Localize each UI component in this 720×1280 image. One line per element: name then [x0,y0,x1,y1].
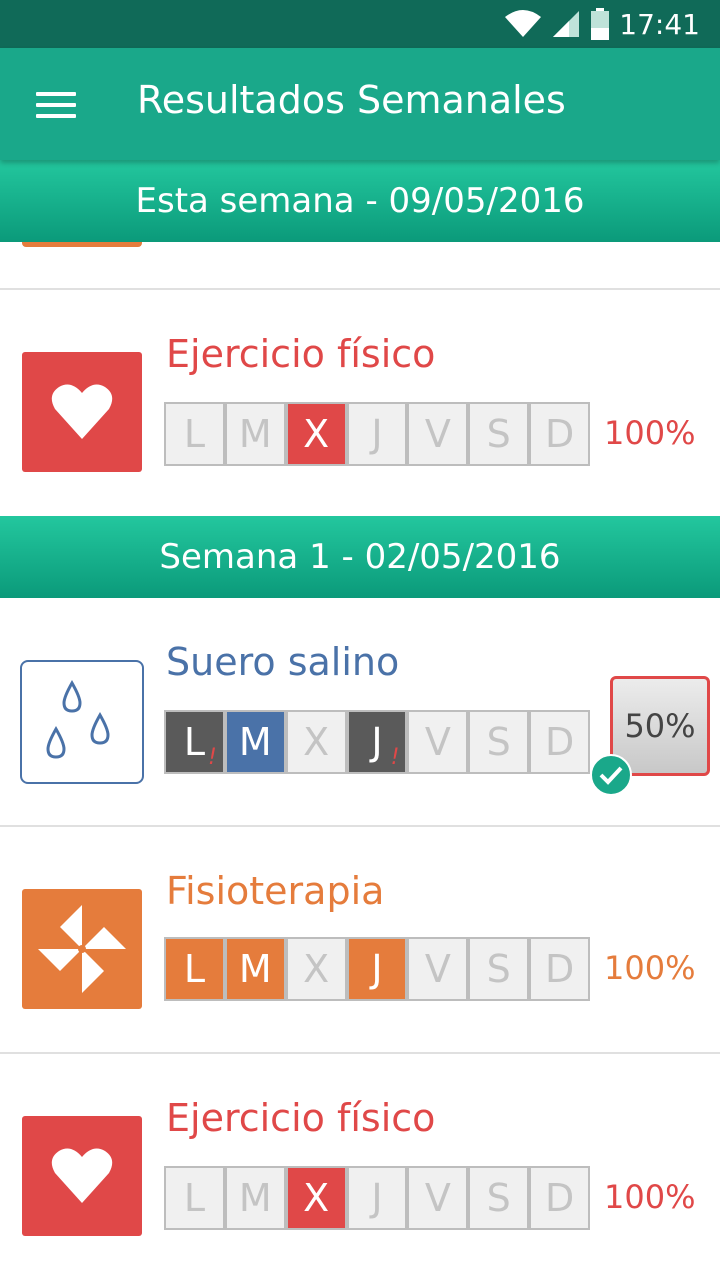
day-cell: S [470,939,528,999]
day-cell: V [409,1168,467,1228]
app-bar: Resultados Semanales [0,48,720,160]
day-cell: V [409,712,467,772]
list-item[interactable]: Suero salino L! M X J! V S D 50% [0,598,720,824]
heart-icon [22,352,142,472]
day-cell: M [226,404,284,464]
completion-percent: 100% [604,949,696,987]
list-item[interactable]: Fisioterapia L M X J V S D 100% [0,827,720,1053]
day-cell: S [470,712,528,772]
item-name: Fisioterapia [166,869,385,913]
status-bar: 17:41 [0,0,720,48]
list-item[interactable]: Ejercicio físico L M X J V S D 100% [0,1054,720,1280]
page-title: Resultados Semanales [137,78,566,122]
day-cell: S [470,1168,528,1228]
weekday-tracker: L M X J V S D [164,1166,590,1230]
pinwheel-icon [22,889,142,1009]
section-header-week-1: Semana 1 - 02/05/2016 [0,516,720,598]
partial-item-tile [22,242,142,247]
day-cell: D [531,1168,589,1228]
day-cell: X [287,939,345,999]
day-cell: J [348,1168,406,1228]
day-cell: X [287,712,345,772]
weekday-tracker: L! M X J! V S D [164,710,590,774]
day-cell: L! [166,712,223,772]
day-cell: L [166,1168,223,1228]
list-item[interactable]: Ejercicio físico L M X J V S D 100% [0,290,720,516]
status-time: 17:41 [619,7,700,41]
battery-icon [591,8,610,40]
section-header-current-week: Esta semana - 09/05/2016 [0,160,720,242]
completion-percent: 100% [604,414,696,452]
check-icon [590,754,632,796]
day-cell: J [348,939,406,999]
menu-icon[interactable] [36,92,76,122]
day-cell: J! [348,712,406,772]
day-cell: D [531,404,589,464]
day-cell: X [287,1168,345,1228]
day-cell: M [226,712,284,772]
item-name: Suero salino [166,640,400,684]
missed-mark: ! [208,745,217,770]
day-cell: X [287,404,345,464]
item-name: Ejercicio físico [166,332,436,376]
day-cell: L [166,939,223,999]
signal-icon [553,11,580,37]
day-cell: M [226,1168,284,1228]
day-cell: L [166,404,223,464]
item-name: Ejercicio físico [166,1096,436,1140]
day-cell: V [409,404,467,464]
day-cell: D [531,712,589,772]
weekday-tracker: L M X J V S D [164,402,590,466]
day-cell: J [348,404,406,464]
completion-percent: 100% [604,1178,696,1216]
missed-mark: ! [390,745,400,770]
weekday-tracker: L M X J V S D [164,937,590,1001]
day-cell: D [531,939,589,999]
day-cell: V [409,939,467,999]
day-cell: M [226,939,284,999]
wifi-icon [505,10,542,37]
day-cell: S [470,404,528,464]
heart-icon [22,1116,142,1236]
drops-icon [20,660,144,784]
